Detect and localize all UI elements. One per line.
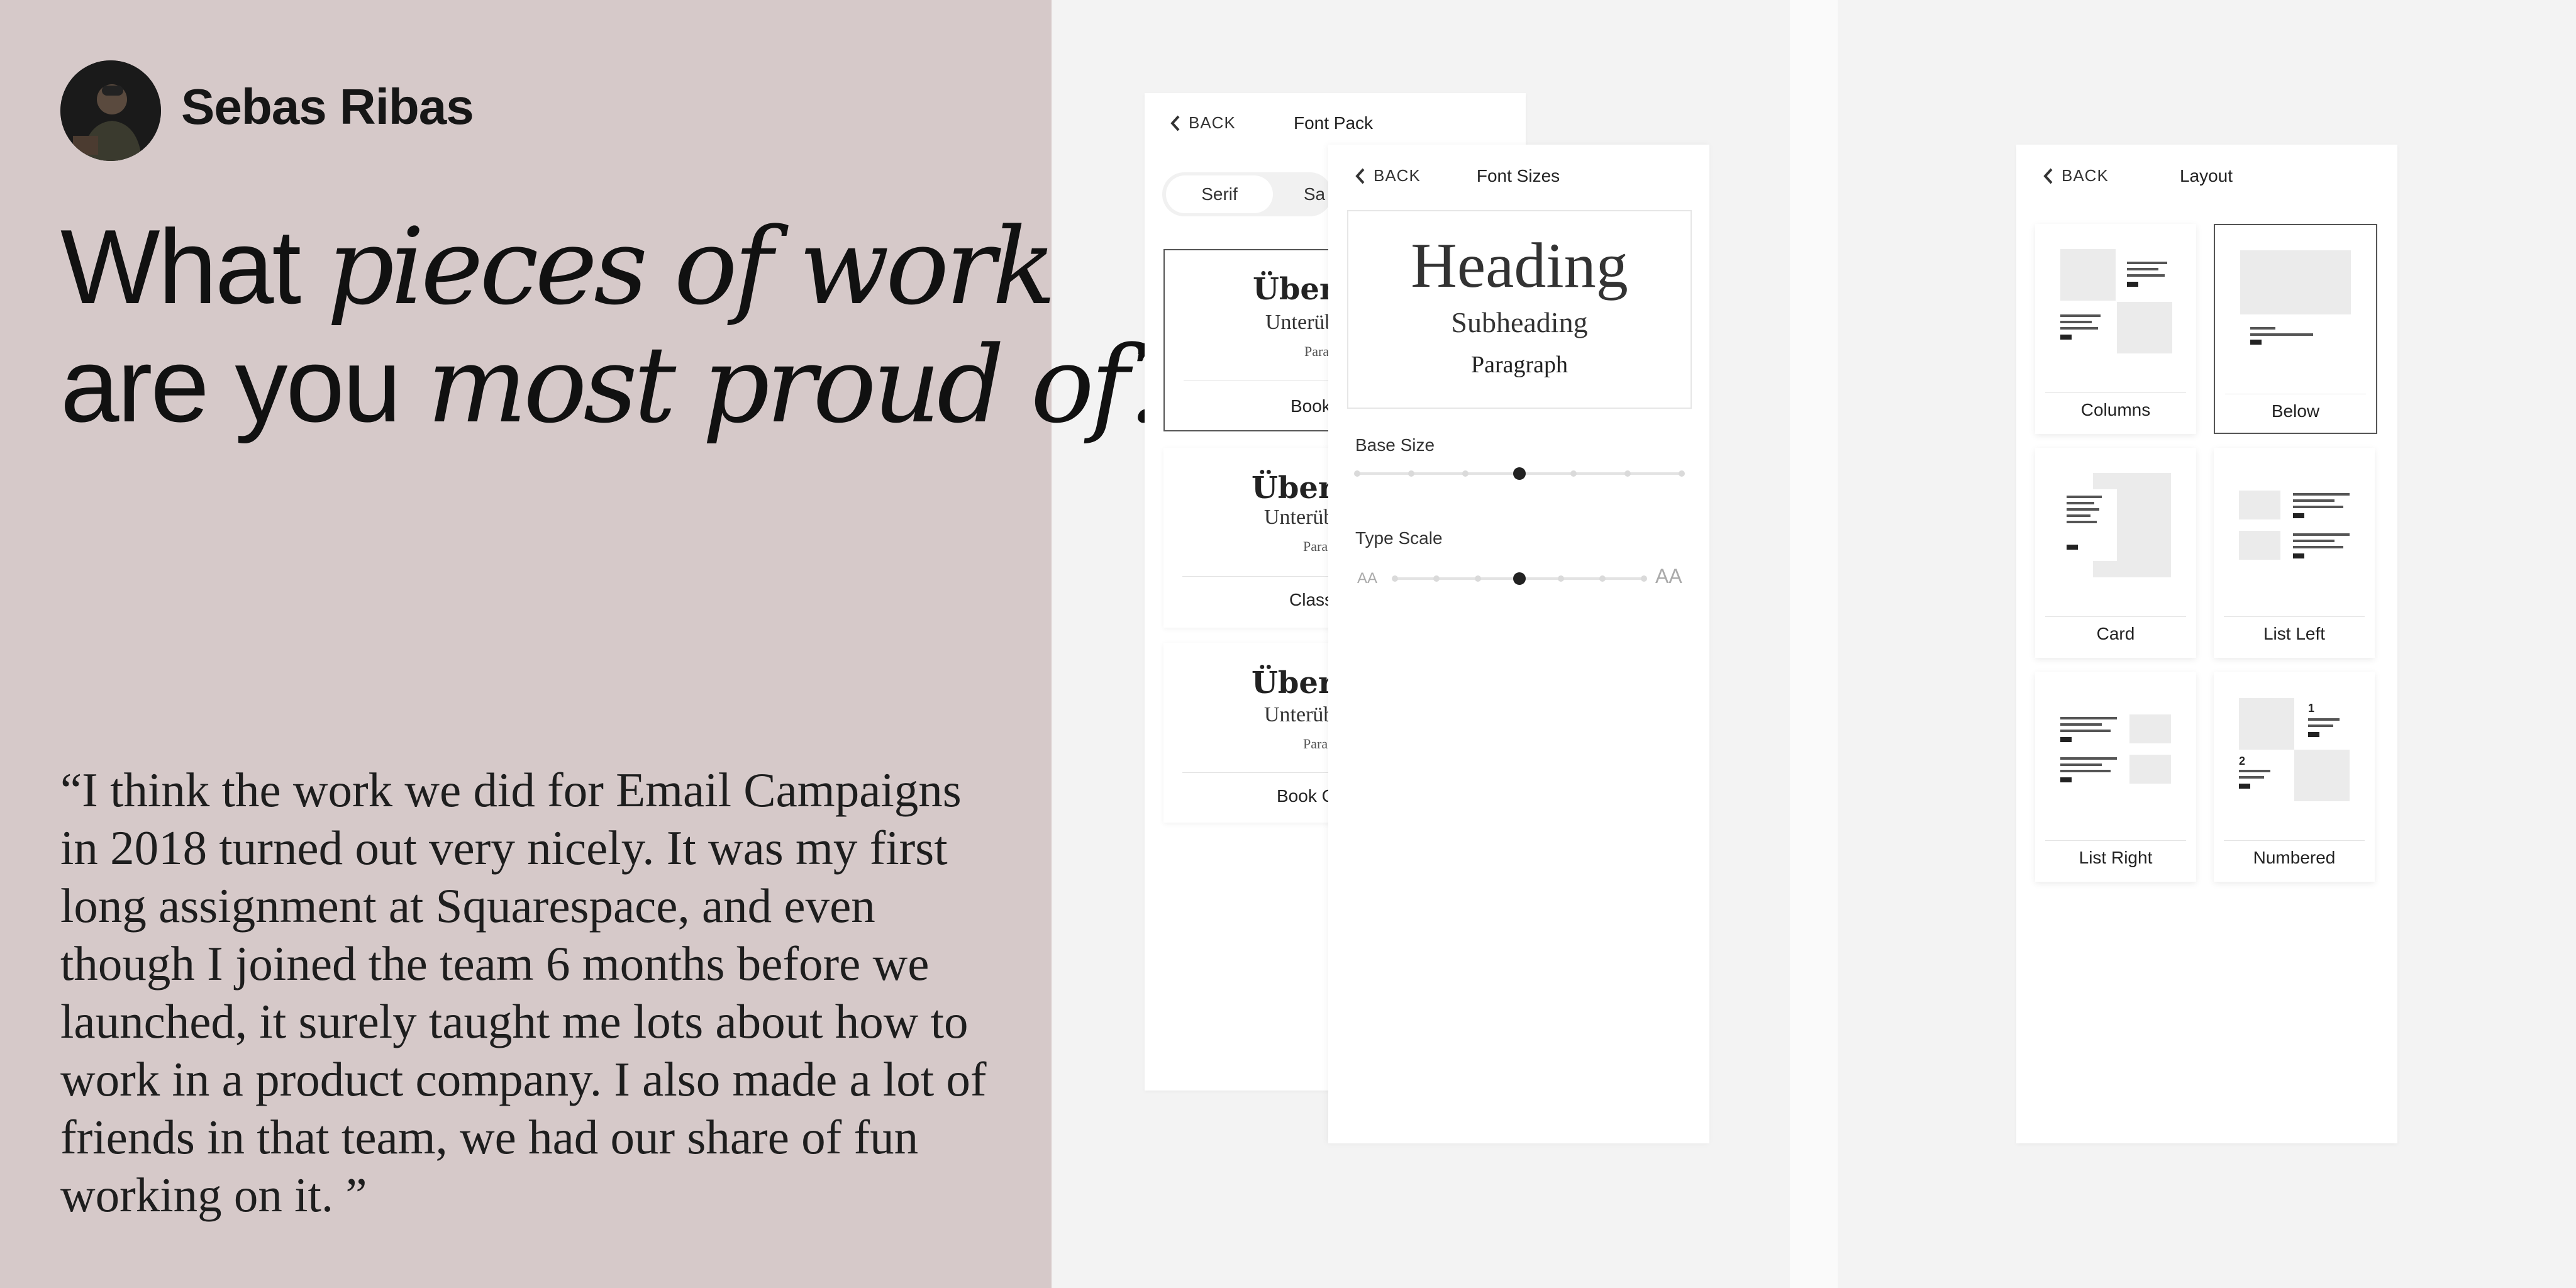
author-name: Sebas Ribas (181, 79, 474, 135)
headline: What pieces of work are you most proud o… (60, 208, 1182, 447)
quote-line: long assignment at Squarespace, and even (60, 879, 875, 933)
layout-name: List Right (2079, 848, 2153, 867)
card-divider (2224, 616, 2365, 617)
list-left-layout-icon (2239, 491, 2350, 560)
preview-subheading: Subheading (1451, 306, 1588, 338)
list-right-layout-icon (2060, 714, 2171, 784)
card-divider (2045, 840, 2186, 841)
chevron-left-icon (1355, 168, 1365, 184)
font-pack-title: Font Pack (1293, 113, 1374, 133)
layout-name: List Left (2263, 624, 2326, 643)
slider-tick[interactable] (1624, 470, 1631, 477)
slider-tick[interactable] (1641, 575, 1647, 582)
divider-strip (1790, 0, 1838, 1288)
card-divider (2045, 392, 2186, 393)
card-subheading: Unterüb (1264, 506, 1335, 529)
slider-knob[interactable] (1513, 572, 1526, 585)
below-layout-icon (2240, 250, 2351, 350)
layout-back-button[interactable]: BACK (2041, 166, 2109, 186)
quote-line: working on it. ” (60, 1168, 367, 1222)
quote-line: friends in that team, we had our share o… (60, 1110, 919, 1164)
base-size-slider[interactable] (1354, 467, 1685, 480)
slider-tick[interactable] (1462, 470, 1468, 477)
author-avatar (60, 60, 161, 161)
headline-line-2: are you most proud of? (60, 323, 1182, 447)
card-paragraph: Para (1303, 736, 1328, 752)
headline-italic-2: most proud of? (427, 323, 1182, 447)
layout-name: Columns (2080, 400, 2151, 419)
columns-layout-icon (2060, 249, 2172, 353)
layout-name: Numbered (2253, 848, 2336, 867)
preview-paragraph: Paragraph (1470, 352, 1568, 378)
layout-option-numbered[interactable]: 1 2 Numbered (2214, 672, 2375, 882)
headline-plain-2: are you (60, 326, 428, 444)
font-sizes-title: Font Sizes (1476, 166, 1560, 186)
headline-italic-1: pieces of work (326, 205, 1057, 328)
numbered-layout-icon: 1 2 (2239, 698, 2350, 801)
tab-sans[interactable]: Sa (1296, 175, 1333, 213)
card-subheading: Unterüb (1264, 703, 1335, 726)
slider-tick[interactable] (1599, 575, 1606, 582)
card-name: Book (1291, 396, 1331, 416)
slider-tick[interactable] (1433, 575, 1440, 582)
quote-line: in 2018 turned out very nicely. It was m… (60, 821, 948, 875)
slider-tick[interactable] (1354, 470, 1360, 477)
layout-option-below[interactable]: Below (2214, 224, 2377, 434)
layout-option-columns[interactable]: Columns (2035, 224, 2196, 434)
slider-tick[interactable] (1392, 575, 1398, 582)
font-sizes-back-button[interactable]: BACK (1353, 166, 1421, 186)
number-2: 2 (2239, 755, 2245, 767)
tab-serif[interactable]: Serif (1166, 175, 1273, 213)
quote-line: launched, it surely taught me lots about… (60, 994, 969, 1048)
small-type-glyph: AA (1357, 570, 1378, 587)
headline-plain-1: What (60, 208, 327, 326)
card-subheading: Unterüb (1265, 311, 1336, 334)
card-name: Class (1289, 590, 1334, 609)
layout-name: Below (2271, 401, 2320, 421)
card-paragraph: Para (1303, 538, 1328, 554)
slider-tick[interactable] (1557, 575, 1564, 582)
headline-line-1: What pieces of work (60, 208, 1179, 326)
chevron-left-icon (2043, 168, 2053, 184)
card-name: Book C (1277, 786, 1335, 806)
small-type-icon: AA (1357, 570, 1377, 587)
slider-tick[interactable] (1474, 575, 1481, 582)
chevron-left-icon (1170, 115, 1180, 131)
slider-tick[interactable] (1408, 470, 1414, 477)
large-type-glyph: AA (1655, 565, 1682, 587)
layout-option-list-right[interactable]: List Right (2035, 672, 2196, 882)
type-scale-label: Type Scale (1355, 528, 1443, 548)
testimonial-quote: “I think the work we did for Email Campa… (60, 761, 1041, 1224)
quote-line: though I joined the team 6 months before… (60, 936, 930, 991)
quote-panel: Sebas Ribas What pieces of work are you … (0, 0, 1182, 1288)
quote-line: “I think the work we did for Email Campa… (60, 763, 962, 817)
font-pack-back-button[interactable]: BACK (1169, 113, 1236, 133)
base-size-label: Base Size (1355, 435, 1435, 455)
layout-option-card[interactable]: Card (2035, 448, 2196, 658)
layout-name: Card (2096, 624, 2135, 643)
card-layout-icon (2060, 473, 2171, 577)
large-type-icon: AA (1655, 565, 1682, 588)
quote-line: work in a product company. I also made a… (60, 1052, 987, 1106)
back-label: BACK (2062, 166, 2109, 185)
number-1: 1 (2308, 702, 2314, 714)
slider-tick[interactable] (1679, 470, 1685, 477)
font-size-preview: Heading Subheading Paragraph (1347, 210, 1692, 409)
slider-knob[interactable] (1513, 467, 1526, 480)
layout-title: Layout (2179, 166, 2233, 186)
card-divider (2045, 616, 2186, 617)
card-divider (2224, 840, 2365, 841)
back-label: BACK (1374, 166, 1421, 185)
layout-option-list-left[interactable]: List Left (2214, 448, 2375, 658)
preview-heading: Heading (1411, 230, 1628, 301)
slider-tick[interactable] (1570, 470, 1577, 477)
back-label: BACK (1189, 113, 1236, 132)
type-scale-slider[interactable] (1392, 572, 1647, 585)
